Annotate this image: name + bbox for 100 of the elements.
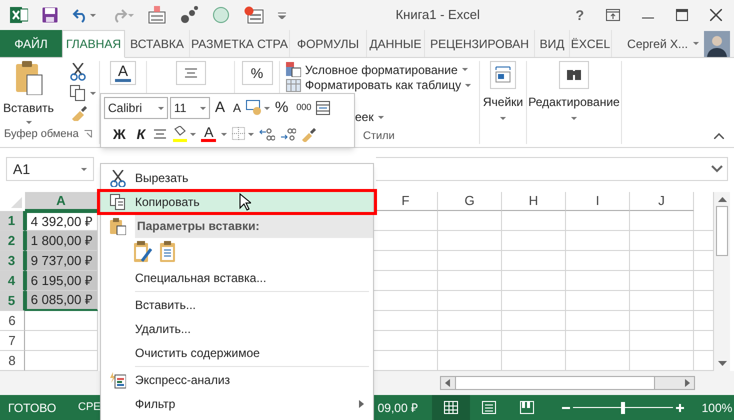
excel-logo-icon[interactable] xyxy=(10,6,28,24)
zoom-level[interactable]: 100% xyxy=(702,398,732,416)
dialog-launcher-icon[interactable] xyxy=(84,130,92,138)
percent-button[interactable]: % xyxy=(272,96,292,120)
align-center-button[interactable] xyxy=(176,61,206,85)
help-button[interactable]: ? xyxy=(575,4,584,26)
ribbon-tab[interactable]: ФОРМУЛЫ xyxy=(290,30,367,57)
paste-icon[interactable] xyxy=(160,241,176,263)
binoculars-icon xyxy=(558,61,589,89)
grow-font-button[interactable]: A xyxy=(212,96,228,120)
editing-button[interactable]: Редактирование xyxy=(528,61,620,120)
account-name[interactable]: Сергей Х... xyxy=(627,34,688,52)
column-header[interactable]: A xyxy=(25,192,98,211)
column-header[interactable]: J xyxy=(630,192,694,211)
wrap-icon[interactable] xyxy=(316,101,330,115)
ribbon-options-icon[interactable] xyxy=(606,9,620,21)
ribbon-tab[interactable]: ЁXCEL xyxy=(570,30,612,57)
column-header[interactable]: H xyxy=(502,192,566,211)
combo-box[interactable]: 11 xyxy=(170,97,210,119)
maximize-icon[interactable] xyxy=(676,9,688,21)
styles-menu-button[interactable]: Форматировать как таблицу xyxy=(286,78,472,92)
scroll-thumb[interactable] xyxy=(455,377,655,389)
customize-caret-icon[interactable] xyxy=(278,11,286,19)
menu-item[interactable]: Экспресс-анализ xyxy=(101,368,373,392)
name-box[interactable]: A1 xyxy=(6,157,94,181)
table-cell xyxy=(438,331,502,351)
ribbon-tab[interactable]: РЕЦЕНЗИРОВАН xyxy=(425,30,535,57)
fill-color-icon[interactable] xyxy=(172,126,196,142)
gears-icon[interactable] xyxy=(180,6,198,24)
column-header[interactable]: G xyxy=(438,192,502,211)
paste-button[interactable]: Вставить xyxy=(3,61,54,127)
combo-box[interactable]: Calibri xyxy=(104,97,168,119)
percent-button[interactable]: % xyxy=(242,61,272,85)
table-cell xyxy=(630,231,694,251)
table-cell xyxy=(502,311,566,331)
row-header[interactable]: 8 xyxy=(0,351,25,371)
column-header[interactable]: I xyxy=(566,192,630,211)
decrease-decimal-icon[interactable] xyxy=(280,127,296,141)
table-cell xyxy=(438,231,502,251)
styles-menu-button[interactable]: еек xyxy=(355,109,384,125)
formula-input[interactable] xyxy=(376,157,728,181)
borders-icon[interactable] xyxy=(232,127,254,141)
copy-icon[interactable] xyxy=(70,85,96,101)
ribbon-tab[interactable]: ВИД xyxy=(535,30,570,57)
bold-button[interactable]: Ж xyxy=(110,124,129,144)
ribbon-tab[interactable]: ДАННЫЕ xyxy=(367,30,425,57)
ribbon-tab[interactable]: ВСТАВКА xyxy=(125,30,190,57)
caret-icon xyxy=(158,106,164,110)
styles-menu-button[interactable]: Условное форматирование xyxy=(286,61,468,78)
zoom-in-icon[interactable] xyxy=(676,404,684,412)
menu-item[interactable]: Удалить... xyxy=(101,317,373,341)
view-button[interactable] xyxy=(432,395,470,420)
expand-chevron-icon[interactable] xyxy=(711,165,723,173)
row-header[interactable]: 7 xyxy=(0,331,25,351)
status-text: ГОТОВО xyxy=(8,400,58,416)
slider-thumb[interactable] xyxy=(620,402,625,414)
menu-item[interactable]: Очистить содержимое xyxy=(101,341,373,365)
increase-decimal-icon[interactable] xyxy=(259,127,276,141)
table-cell: 9 737,00 ₽ xyxy=(25,251,98,271)
caret-icon[interactable] xyxy=(693,42,699,45)
scroll-thumb[interactable] xyxy=(716,206,728,256)
ribbon-tab[interactable]: ГЛАВНАЯ xyxy=(62,30,125,58)
thousands-button[interactable]: 000 xyxy=(293,101,314,115)
close-icon[interactable] xyxy=(710,9,722,21)
collapse-ribbon-icon[interactable] xyxy=(714,133,724,139)
undo-icon[interactable] xyxy=(72,7,96,23)
italic-button[interactable]: К xyxy=(134,124,148,144)
row-header[interactable]: 6 xyxy=(0,311,25,331)
menu-item[interactable]: Вставить... xyxy=(101,293,373,317)
file-tab[interactable]: ФАЙЛ xyxy=(0,30,62,57)
ribbon-tab[interactable]: РАЗМЕТКА СТРА xyxy=(190,30,290,57)
horizontal-scrollbar[interactable] xyxy=(440,376,695,390)
row-header[interactable]: 5 xyxy=(0,291,25,311)
align-center-icon[interactable] xyxy=(153,128,168,140)
caret-icon[interactable] xyxy=(221,132,228,136)
save-icon[interactable] xyxy=(42,7,58,23)
menu-item[interactable]: Специальная вставка... xyxy=(101,266,373,290)
row-header[interactable]: 1 xyxy=(0,211,25,231)
status-text: СРЕ xyxy=(78,400,101,416)
row-header[interactable]: 2 xyxy=(0,231,25,251)
cells-button[interactable]: Ячейки xyxy=(482,61,524,120)
row-header[interactable]: 4 xyxy=(0,271,25,291)
number-format-icon[interactable] xyxy=(246,100,270,116)
font-color-button[interactable]: A xyxy=(110,61,136,85)
paste-formatting-icon[interactable] xyxy=(134,241,152,263)
table-cell xyxy=(502,231,566,251)
font-color-button[interactable]: A xyxy=(201,126,216,142)
brush-icon[interactable] xyxy=(70,105,88,121)
cells-icon xyxy=(490,61,516,89)
menu-item[interactable]: Вырезать xyxy=(101,166,373,190)
menu-item[interactable]: Фильтр xyxy=(101,392,373,416)
brush-icon[interactable] xyxy=(301,126,318,142)
vertical-scrollbar[interactable] xyxy=(713,192,730,371)
scissors-icon[interactable] xyxy=(70,63,86,81)
pointer-cursor-icon xyxy=(239,193,251,211)
column-header[interactable]: F xyxy=(374,192,438,211)
record-icon[interactable] xyxy=(244,6,264,24)
row-header[interactable]: 3 xyxy=(0,251,25,271)
form-icon[interactable] xyxy=(148,6,166,24)
shrink-font-button[interactable]: A xyxy=(230,99,244,117)
